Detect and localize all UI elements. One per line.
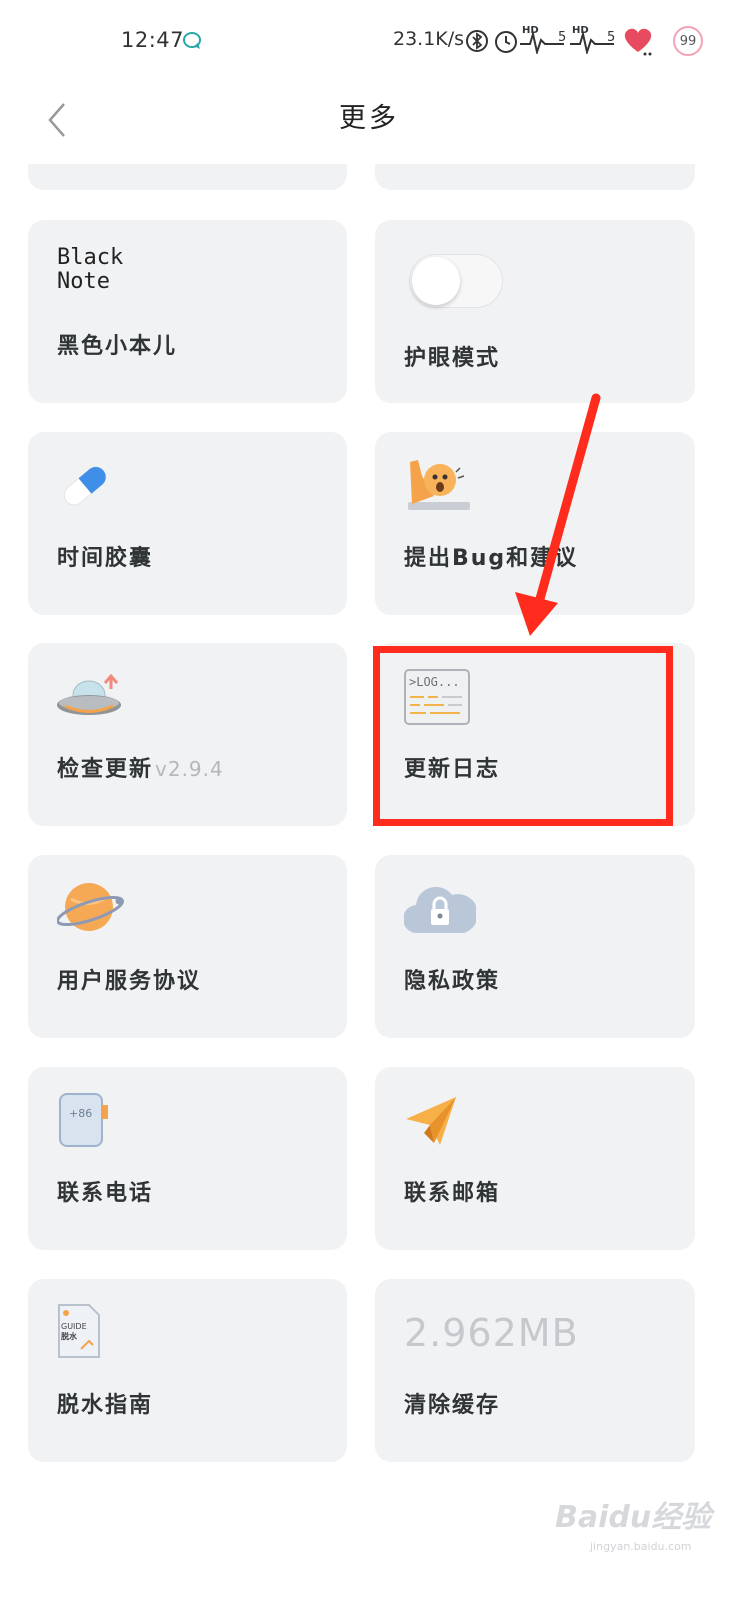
eye-mode-card[interactable]: 护眼模式: [375, 220, 695, 403]
battery-indicator: 99: [673, 26, 703, 56]
guide-label: 脱水指南: [57, 1393, 154, 1418]
app-version: v2.9.4: [155, 757, 224, 781]
black-note-logo-icon: Black Note: [57, 246, 123, 294]
cloud-lock-icon: [404, 886, 476, 934]
black-note-label: 黑色小本儿: [57, 334, 178, 359]
eye-mode-toggle[interactable]: [409, 254, 503, 308]
status-time: 12:47: [121, 28, 185, 52]
logo-text-note: Note: [57, 269, 110, 294]
highlight-box: [373, 646, 673, 826]
status-bar: 12:47 23.1K/s HD 5 HD 5 99: [0, 0, 738, 84]
time-capsule-label: 时间胶囊: [57, 546, 154, 571]
guide-document-icon: GUIDE 脱水: [58, 1304, 100, 1358]
shocked-emoji-icon: [408, 460, 470, 510]
phone-icon: +86: [59, 1093, 108, 1147]
email-label: 联系邮箱: [404, 1181, 501, 1206]
logo-text-black: Black: [57, 245, 124, 270]
phone-card[interactable]: +86 联系电话: [28, 1067, 347, 1250]
phone-icon-text: +86: [69, 1107, 92, 1120]
user-agreement-card[interactable]: 用户服务协议: [28, 855, 347, 1038]
privacy-card[interactable]: 隐私政策: [375, 855, 695, 1038]
ufo-update-icon: [57, 673, 121, 715]
phone-label: 联系电话: [57, 1181, 154, 1206]
privacy-label: 隐私政策: [404, 969, 501, 994]
check-update-label: 检查更新 v2.9.4: [57, 751, 224, 783]
paper-plane-icon: [406, 1097, 456, 1145]
baidu-watermark: Baidu经验: [555, 1500, 712, 1535]
eye-mode-label: 护眼模式: [404, 346, 501, 371]
guide-icon-text: GUIDE: [61, 1322, 87, 1331]
guide-card[interactable]: GUIDE 脱水 脱水指南: [28, 1279, 347, 1462]
signal-5-label-2: 5: [607, 30, 616, 45]
header-mask: [0, 150, 738, 164]
guide-icon-text-2: 脱水: [61, 1331, 78, 1341]
black-note-card[interactable]: Black Note 黑色小本儿: [28, 220, 347, 403]
heart-icon: [624, 28, 652, 56]
time-capsule-card[interactable]: 时间胶囊: [28, 432, 347, 615]
toggle-knob: [412, 257, 460, 305]
email-card[interactable]: 联系邮箱: [375, 1067, 695, 1250]
user-agreement-label: 用户服务协议: [57, 969, 202, 994]
cache-size-value: 2.962MB: [404, 1311, 579, 1355]
planet-icon: [57, 883, 124, 931]
clear-cache-label: 清除缓存: [404, 1393, 501, 1418]
bluetooth-icon: [466, 30, 488, 52]
message-notification-icon: [183, 32, 201, 49]
feedback-card[interactable]: 提出Bug和建议: [375, 432, 695, 615]
pill-capsule-icon: [63, 466, 107, 506]
check-update-card[interactable]: 检查更新 v2.9.4: [28, 643, 347, 826]
network-speed: 23.1K/s: [393, 28, 465, 50]
clear-cache-card[interactable]: 2.962MB 清除缓存: [375, 1279, 695, 1462]
baidu-watermark-url: jingyan.baidu.com: [590, 1540, 692, 1553]
page-title: 更多: [339, 103, 399, 134]
signal-5-label: 5: [558, 30, 567, 45]
alarm-icon: [495, 31, 517, 53]
feedback-label: 提出Bug和建议: [404, 546, 579, 571]
check-update-text: 检查更新: [57, 757, 154, 782]
